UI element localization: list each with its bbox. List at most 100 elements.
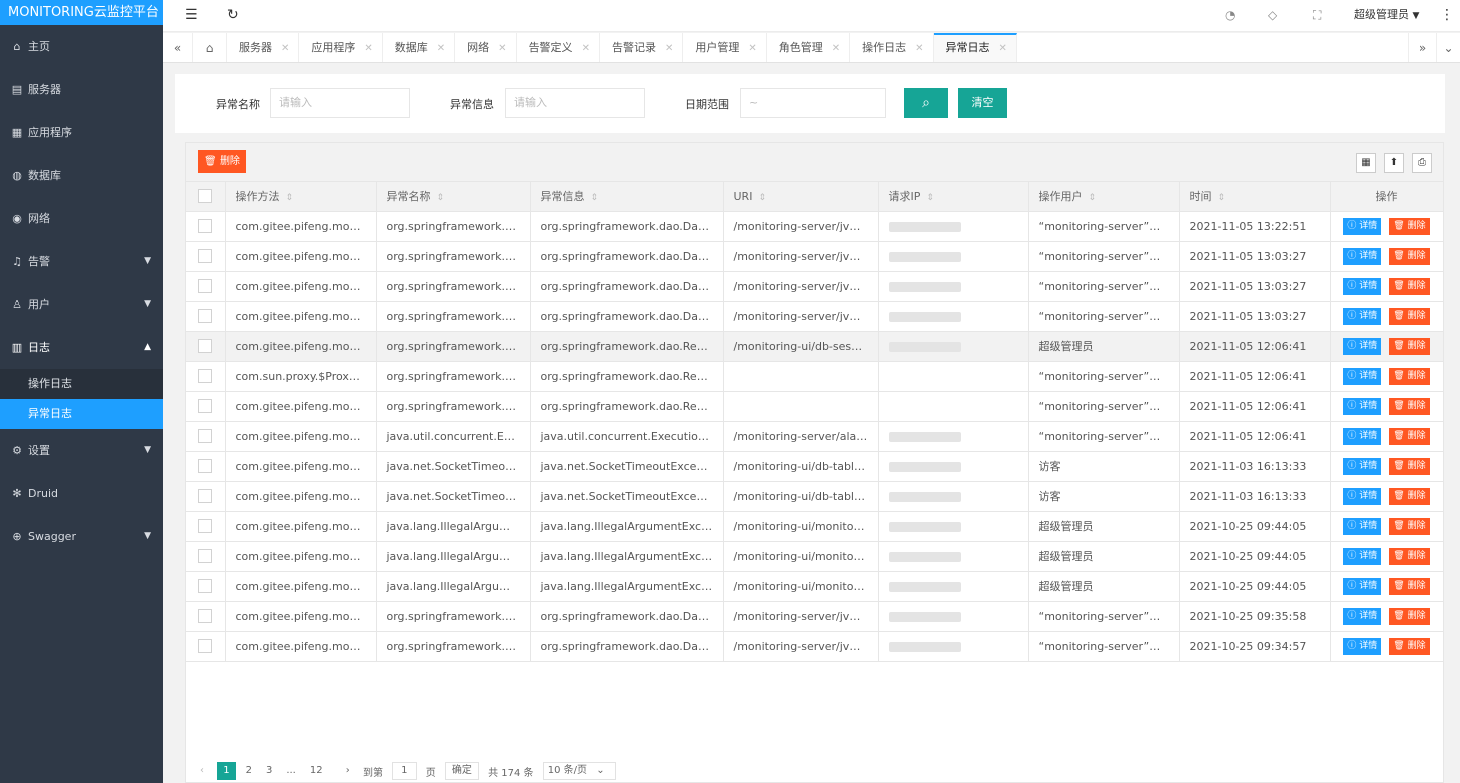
table-row[interactable]: com.gitee.pifeng.monito... java.net.Socke…: [186, 481, 1444, 512]
tab-3[interactable]: 网络 ✕: [455, 33, 517, 62]
tab-0[interactable]: 服务器 ✕: [227, 33, 300, 62]
sidebar-item-operation-log[interactable]: 操作日志: [0, 369, 163, 399]
detail-button[interactable]: ⓘ 详情: [1343, 307, 1382, 325]
table-row[interactable]: com.gitee.pifeng.monito... java.util.conc…: [186, 421, 1444, 452]
export-icon[interactable]: ⬆: [1384, 153, 1404, 173]
col-ip[interactable]: 请求IP ⇕: [878, 182, 1029, 212]
sort-icon[interactable]: ⇕: [1218, 193, 1226, 203]
row-checkbox[interactable]: [198, 519, 213, 533]
theme-icon[interactable]: ◔: [1225, 0, 1235, 32]
row-checkbox[interactable]: [198, 429, 213, 443]
close-icon[interactable]: ✕: [437, 43, 445, 54]
col-time[interactable]: 时间 ⇕: [1179, 182, 1331, 212]
table-row[interactable]: com.gitee.pifeng.monito... java.lang.Ille…: [186, 541, 1444, 572]
page-4[interactable]: 12: [306, 762, 327, 780]
row-checkbox[interactable]: [198, 369, 213, 383]
sidebar-item-exception-log[interactable]: 异常日志: [0, 399, 163, 429]
detail-button[interactable]: ⓘ 详情: [1343, 277, 1382, 295]
table-row[interactable]: com.gitee.pifeng.monito... org.springfram…: [186, 391, 1444, 422]
delete-button[interactable]: 🗑 删除: [1389, 277, 1430, 295]
sidebar-item-b2[interactable]: ⊕ Swagger ▼: [0, 515, 163, 558]
page-jump-input[interactable]: 1: [392, 762, 417, 780]
detail-button[interactable]: ⓘ 详情: [1343, 427, 1382, 445]
row-checkbox[interactable]: [198, 459, 213, 473]
row-checkbox[interactable]: [198, 609, 213, 623]
close-icon[interactable]: ✕: [999, 43, 1007, 54]
close-icon[interactable]: ✕: [498, 43, 506, 54]
sidebar-item-1[interactable]: ▤ 服务器: [0, 68, 163, 111]
table-row[interactable]: com.gitee.pifeng.monito... org.springfram…: [186, 241, 1444, 272]
row-checkbox[interactable]: [198, 489, 213, 503]
row-checkbox[interactable]: [198, 549, 213, 563]
date-range-input[interactable]: ~: [740, 88, 886, 118]
tabs-next-icon[interactable]: »: [1408, 33, 1436, 62]
delete-button[interactable]: 🗑 删除: [1389, 397, 1430, 415]
row-checkbox[interactable]: [198, 639, 213, 653]
sidebar-item-3[interactable]: ◍ 数据库: [0, 154, 163, 197]
user-menu[interactable]: 超级管理员 ▼: [1354, 0, 1419, 32]
col-name[interactable]: 异常名称 ⇕: [376, 182, 531, 212]
detail-button[interactable]: ⓘ 详情: [1343, 337, 1382, 355]
row-checkbox[interactable]: [198, 579, 213, 593]
close-icon[interactable]: ✕: [364, 43, 372, 54]
detail-button[interactable]: ⓘ 详情: [1343, 367, 1382, 385]
detail-button[interactable]: ⓘ 详情: [1343, 607, 1382, 625]
close-icon[interactable]: ✕: [281, 43, 289, 54]
tabs-prev-icon[interactable]: «: [163, 33, 193, 62]
table-row[interactable]: com.gitee.pifeng.monito... java.lang.Ille…: [186, 511, 1444, 542]
tab-8[interactable]: 操作日志 ✕: [850, 33, 934, 62]
delete-button[interactable]: 🗑 删除: [1389, 457, 1430, 475]
delete-button[interactable]: 🗑 删除: [1389, 547, 1430, 565]
print-icon[interactable]: ⎙: [1412, 153, 1432, 173]
delete-button[interactable]: 🗑 删除: [1389, 487, 1430, 505]
app-title[interactable]: MONITORING云监控平台: [0, 0, 163, 25]
page-2[interactable]: 3: [262, 762, 276, 780]
sort-icon[interactable]: ⇕: [286, 193, 294, 203]
table-row[interactable]: com.gitee.pifeng.monito... org.springfram…: [186, 331, 1444, 362]
menu-toggle-icon[interactable]: ☰: [185, 0, 198, 32]
tab-2[interactable]: 数据库 ✕: [383, 33, 456, 62]
select-all-checkbox[interactable]: [198, 189, 213, 204]
sidebar-item-b0[interactable]: ⚙ 设置 ▼: [0, 429, 163, 472]
sidebar-item-4[interactable]: ◉ 网络: [0, 197, 163, 240]
sidebar-item-5[interactable]: ♫ 告警 ▼: [0, 240, 163, 283]
table-row[interactable]: com.gitee.pifeng.monito... org.springfram…: [186, 301, 1444, 332]
tag-icon[interactable]: ◇: [1268, 0, 1277, 32]
sidebar-item-6[interactable]: ♙ 用户 ▼: [0, 283, 163, 326]
delete-button[interactable]: 🗑 删除: [1389, 427, 1430, 445]
table-row[interactable]: com.gitee.pifeng.monito... org.springfram…: [186, 631, 1444, 662]
delete-button[interactable]: 🗑 删除: [1389, 637, 1430, 655]
tab-4[interactable]: 告警定义 ✕: [517, 33, 600, 62]
close-icon[interactable]: ✕: [915, 43, 923, 54]
columns-filter-icon[interactable]: ▦: [1356, 153, 1376, 173]
row-checkbox[interactable]: [198, 279, 213, 293]
close-icon[interactable]: ✕: [582, 43, 590, 54]
col-method[interactable]: 操作方法 ⇕: [225, 182, 377, 212]
detail-button[interactable]: ⓘ 详情: [1343, 487, 1382, 505]
col-user[interactable]: 操作用户 ⇕: [1028, 182, 1180, 212]
col-info[interactable]: 异常信息 ⇕: [530, 182, 724, 212]
delete-button[interactable]: 🗑 删除: [1389, 247, 1430, 265]
exception-name-input[interactable]: 请输入: [270, 88, 410, 118]
refresh-icon[interactable]: ↻: [227, 0, 239, 32]
sidebar-item-b1[interactable]: ✻ Druid: [0, 472, 163, 515]
row-checkbox[interactable]: [198, 309, 213, 323]
next-page-icon[interactable]: ›: [342, 762, 354, 780]
table-row[interactable]: com.gitee.pifeng.monito... org.springfram…: [186, 211, 1444, 242]
more-icon[interactable]: ⋮: [1440, 0, 1454, 32]
close-icon[interactable]: ✕: [748, 43, 756, 54]
row-checkbox[interactable]: [198, 249, 213, 263]
row-checkbox[interactable]: [198, 339, 213, 353]
sort-icon[interactable]: ⇕: [758, 193, 766, 203]
delete-button[interactable]: 🗑 删除: [1389, 367, 1430, 385]
close-icon[interactable]: ✕: [665, 43, 673, 54]
col-uri[interactable]: URI ⇕: [723, 182, 879, 212]
detail-button[interactable]: ⓘ 详情: [1343, 217, 1382, 235]
page-confirm-button[interactable]: 确定: [444, 762, 479, 780]
tab-6[interactable]: 用户管理 ✕: [683, 33, 767, 62]
fullscreen-icon[interactable]: ⛶: [1313, 0, 1321, 32]
sort-icon[interactable]: ⇕: [926, 193, 934, 203]
sort-icon[interactable]: ⇕: [1089, 193, 1097, 203]
table-row[interactable]: com.sun.proxy.$Proxy1... org.springframew…: [186, 361, 1444, 392]
sidebar-item-7[interactable]: ▥ 日志 ▲: [0, 326, 163, 369]
